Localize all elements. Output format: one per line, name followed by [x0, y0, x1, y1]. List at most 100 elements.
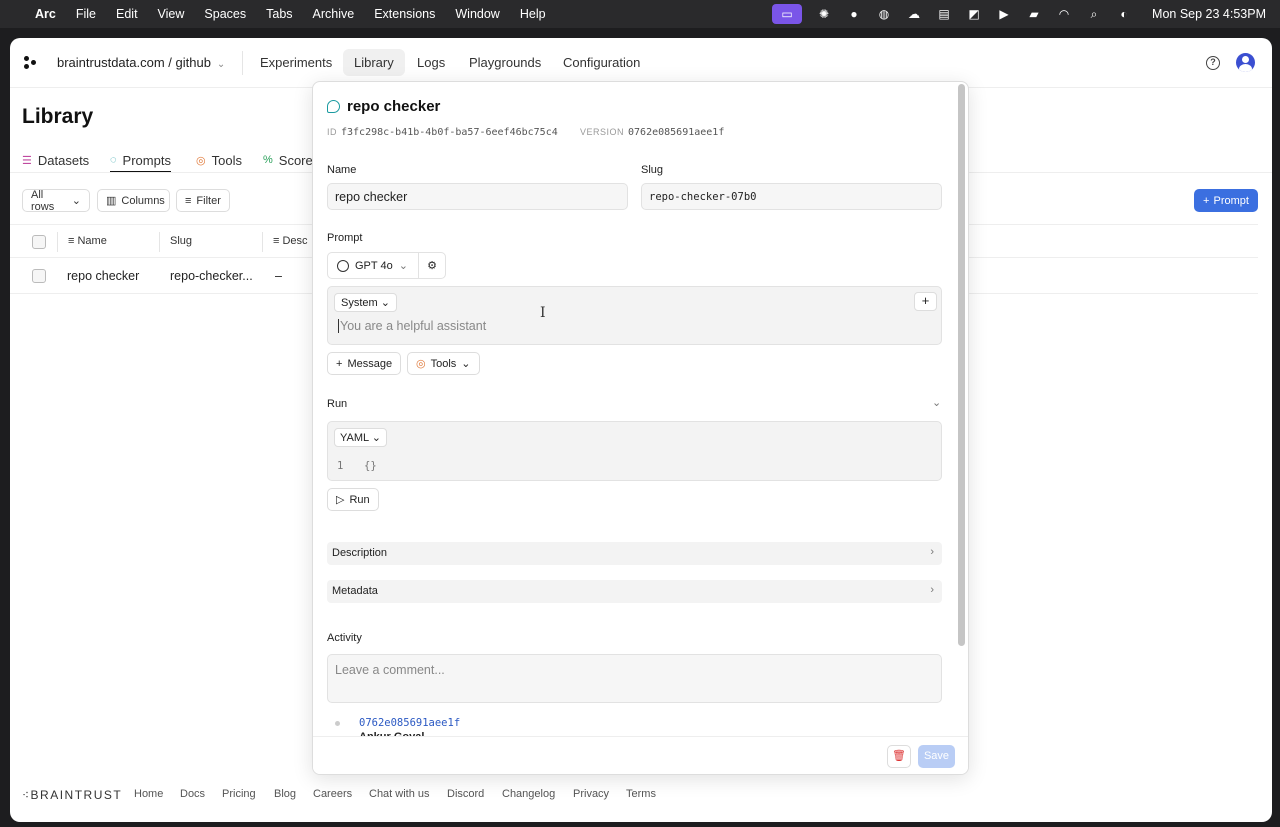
menu-extensions[interactable]: Extensions	[374, 7, 435, 21]
battery-icon[interactable]: ▰	[1026, 7, 1042, 21]
role-dropdown[interactable]: System ⌄	[334, 293, 397, 312]
tab-datasets[interactable]: ☰ Datasets	[22, 149, 89, 171]
chat-icon	[327, 100, 340, 113]
row-slug: repo-checker...	[170, 269, 253, 283]
control-center-icon[interactable]: ◐	[1116, 7, 1132, 21]
menu-app[interactable]: Arc	[35, 7, 56, 21]
help-icon[interactable]: ?	[1206, 56, 1220, 70]
panel-title-text: repo checker	[347, 98, 441, 115]
weather-icon[interactable]: ☁	[906, 7, 922, 21]
columns-button[interactable]: ▥ Columns	[97, 189, 170, 212]
menu-spaces[interactable]: Spaces	[204, 7, 246, 21]
vpn-icon[interactable]: ◍	[876, 7, 892, 21]
footer-link-pricing[interactable]: Pricing	[222, 788, 256, 800]
tool-icon: ◎	[416, 358, 426, 370]
menu-edit[interactable]: Edit	[116, 7, 138, 21]
menubar-clock[interactable]: Mon Sep 23 4:53PM	[1152, 7, 1266, 21]
braintrust-logo-icon[interactable]	[24, 56, 38, 70]
filter-icon: ≡	[185, 194, 192, 207]
new-prompt-button[interactable]: + Prompt	[1194, 189, 1258, 212]
run-section-label: Run	[327, 398, 348, 410]
add-message-label: Message	[347, 357, 393, 370]
chevron-down-icon[interactable]: ⌄	[932, 396, 941, 409]
name-field[interactable]: repo checker	[327, 183, 628, 210]
column-divider	[57, 232, 58, 252]
nav-tab-playgrounds[interactable]: Playgrounds	[458, 49, 552, 76]
add-message-button[interactable]: + Message	[327, 352, 402, 375]
footer-link-blog[interactable]: Blog	[274, 788, 296, 800]
footer-link-chat[interactable]: Chat with us	[369, 788, 430, 800]
menu-tabs[interactable]: Tabs	[266, 7, 292, 21]
metadata-label: Metadata	[332, 585, 378, 597]
role-label: System	[341, 297, 378, 309]
menu-window[interactable]: Window	[455, 7, 499, 21]
nav-tab-experiments[interactable]: Experiments	[249, 49, 343, 76]
menu-file[interactable]: File	[76, 7, 96, 21]
footer: ⁖BRAINTRUST Home Docs Pricing Blog Caree…	[10, 780, 1272, 810]
system-message-editor[interactable]: System ⌄ + You are a helpful assistant I	[327, 286, 942, 345]
keyboard-icon[interactable]: ▤	[936, 7, 952, 21]
slug-field[interactable]: repo-checker-07b0	[641, 183, 942, 210]
delete-icon[interactable]: 🗑	[887, 745, 911, 768]
tools-label: Tools	[430, 357, 457, 370]
brightness-icon[interactable]: ✺	[816, 7, 832, 21]
wifi-icon[interactable]: ◠	[1056, 7, 1072, 21]
column-header-slug[interactable]: Slug	[170, 235, 192, 247]
footer-link-home[interactable]: Home	[134, 788, 163, 800]
tab-prompts[interactable]: ◌ Prompts	[110, 149, 171, 173]
column-divider	[262, 232, 263, 252]
footer-link-privacy[interactable]: Privacy	[573, 788, 609, 800]
run-input-editor[interactable]: YAML ⌄ 1 {}	[327, 421, 942, 481]
model-params-icon[interactable]: ⚙	[419, 253, 445, 278]
description-label: Description	[332, 547, 388, 559]
panel-scrollbar[interactable]	[958, 84, 965, 646]
tools-dropdown[interactable]: ◎ Tools ⌄	[407, 352, 480, 375]
org-project-switcher[interactable]: braintrustdata.com / github ⌄	[57, 55, 225, 70]
footer-link-changelog[interactable]: Changelog	[502, 788, 555, 800]
footer-link-docs[interactable]: Docs	[180, 788, 205, 800]
play-icon[interactable]: ▶	[996, 7, 1012, 21]
comment-input[interactable]: Leave a comment...	[327, 654, 942, 703]
run-button[interactable]: ▷ Run	[327, 488, 379, 511]
run-button-label: Run	[349, 493, 370, 506]
select-all-checkbox[interactable]	[32, 235, 46, 249]
tab-tools[interactable]: ◎ Tools	[196, 149, 242, 171]
chevron-down-icon: ⌄	[398, 260, 408, 272]
activity-version-link[interactable]: 0762e085691aee1f	[359, 717, 460, 729]
menu-archive[interactable]: Archive	[313, 7, 355, 21]
column-divider	[159, 232, 160, 252]
model-dropdown[interactable]: GPT 4o ⌄	[328, 253, 419, 278]
nav-tab-configuration[interactable]: Configuration	[552, 49, 651, 76]
nav-divider	[242, 51, 243, 75]
clipboard-icon[interactable]: ◩	[966, 7, 982, 21]
panel-title: repo checker	[327, 98, 440, 115]
footer-link-terms[interactable]: Terms	[626, 788, 656, 800]
search-icon[interactable]: ⌕	[1086, 7, 1102, 21]
metadata-section[interactable]: Metadata ›	[327, 580, 942, 603]
rows-filter-label: All rows	[31, 188, 55, 213]
add-message-part-button[interactable]: +	[914, 292, 937, 311]
database-icon: ☰	[22, 154, 32, 167]
footer-logo[interactable]: ⁖BRAINTRUST	[22, 788, 122, 802]
save-button[interactable]: Save	[918, 745, 955, 768]
row-checkbox[interactable]	[32, 269, 46, 283]
footer-link-discord[interactable]: Discord	[447, 788, 484, 800]
column-header-description[interactable]: ≡ Desc	[273, 235, 308, 247]
message-placeholder[interactable]: You are a helpful assistant	[338, 319, 486, 333]
screen-share-icon[interactable]: ▭	[772, 4, 803, 24]
nav-tab-logs[interactable]: Logs	[406, 49, 456, 76]
format-dropdown[interactable]: YAML ⌄	[334, 428, 388, 447]
description-section[interactable]: Description ›	[327, 542, 942, 565]
filter-button[interactable]: ≡ Filter	[176, 189, 230, 212]
code-content[interactable]: {}	[364, 460, 377, 472]
rows-filter-dropdown[interactable]: All rows ⌄	[22, 188, 90, 213]
nav-tab-library[interactable]: Library	[343, 49, 405, 76]
text-cursor-icon: I	[540, 305, 546, 321]
tab-scorers[interactable]: % Score	[263, 149, 313, 171]
column-header-name[interactable]: ≡ Name	[68, 235, 107, 247]
chat-bubble-icon[interactable]: ●	[846, 7, 862, 21]
menu-view[interactable]: View	[158, 7, 185, 21]
menu-help[interactable]: Help	[520, 7, 546, 21]
footer-link-careers[interactable]: Careers	[313, 788, 352, 800]
avatar[interactable]	[1236, 53, 1255, 72]
